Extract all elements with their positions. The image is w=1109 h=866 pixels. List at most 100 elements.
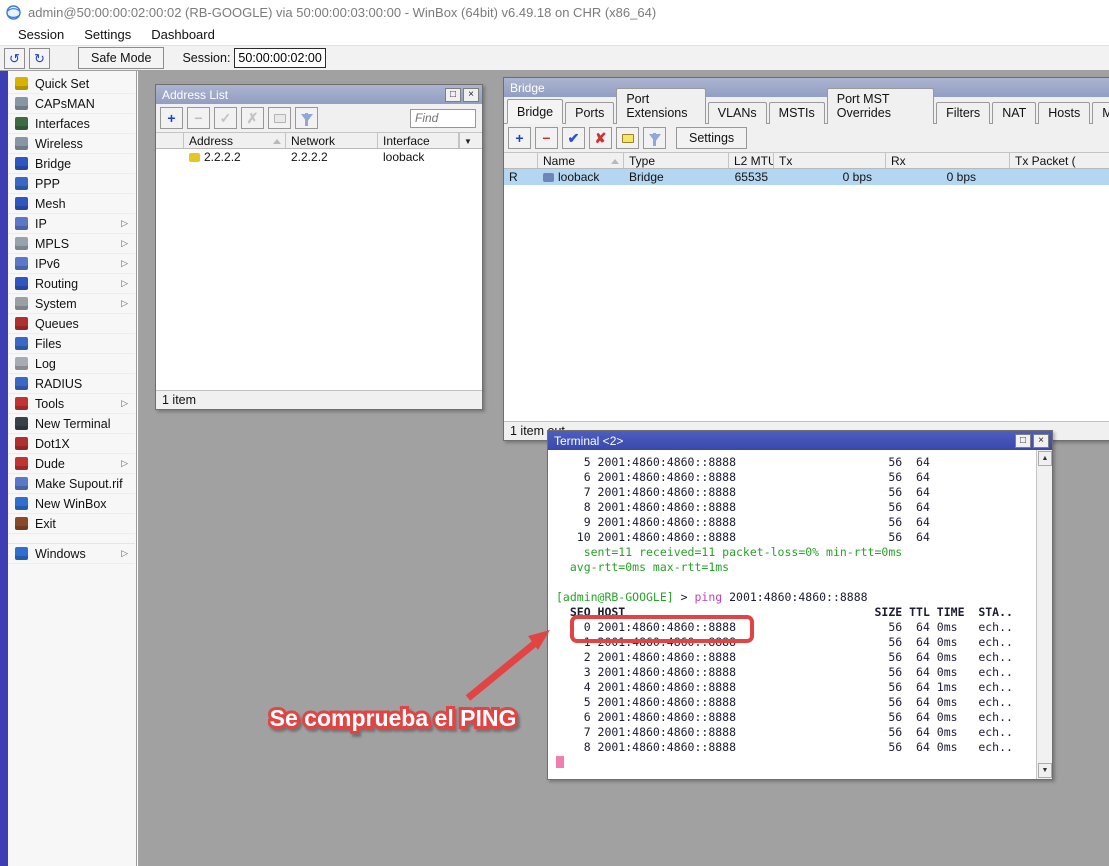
- sidebar-item-system[interactable]: System▷: [8, 294, 135, 314]
- tab-port-extensions[interactable]: Port Extensions: [616, 88, 705, 124]
- tab-hosts[interactable]: Hosts: [1038, 102, 1090, 124]
- add-button[interactable]: +: [160, 107, 183, 129]
- column-header-tx-packet[interactable]: Tx Packet (: [1010, 153, 1109, 168]
- settings-button[interactable]: Settings: [676, 127, 747, 149]
- sidebar-item-log[interactable]: Log: [8, 354, 135, 374]
- sidebar-item-quick-set[interactable]: Quick Set: [8, 74, 135, 94]
- sidebar-item-mesh[interactable]: Mesh: [8, 194, 135, 214]
- redo-button[interactable]: ↻: [29, 48, 50, 69]
- flags-cell: R: [504, 169, 538, 185]
- column-header-interface[interactable]: Interface: [378, 133, 459, 148]
- close-button[interactable]: ×: [1033, 434, 1049, 448]
- terminal-scrollbar[interactable]: ▲ ▼: [1036, 450, 1052, 779]
- sidebar-item-capsman[interactable]: CAPsMAN: [8, 94, 135, 114]
- column-header-l2-mtu[interactable]: L2 MTU: [729, 153, 774, 168]
- scroll-up-icon[interactable]: ▲: [1038, 451, 1052, 466]
- terminal-titlebar[interactable]: Terminal <2> □ ×: [548, 431, 1052, 450]
- sidebar-item-bridge[interactable]: Bridge: [8, 154, 135, 174]
- undo-button[interactable]: ↺: [4, 48, 25, 69]
- address-list-titlebar[interactable]: Address List □ ×: [156, 85, 482, 104]
- disable-button: ✗: [241, 107, 264, 129]
- filter-button[interactable]: [643, 127, 666, 149]
- sidebar-item-new-terminal[interactable]: New Terminal: [8, 414, 135, 434]
- sidebar-item-label: System: [35, 297, 77, 311]
- flags-column-header[interactable]: [504, 153, 538, 168]
- menu-settings[interactable]: Settings: [74, 25, 141, 44]
- redo-icon: ↻: [34, 52, 45, 65]
- address-cell: 2.2.2.2: [184, 149, 286, 165]
- column-options-button[interactable]: ▼: [459, 133, 476, 148]
- sidebar-item-ppp[interactable]: PPP: [8, 174, 135, 194]
- address-list-body: 2.2.2.22.2.2.2looback: [156, 149, 482, 390]
- disable-button[interactable]: ✘: [589, 127, 612, 149]
- enable-icon: ✔: [568, 131, 580, 145]
- column-header-tx[interactable]: Tx: [774, 153, 886, 168]
- tab-vlans[interactable]: VLANs: [708, 102, 767, 124]
- tab-port-mst-overrides[interactable]: Port MST Overrides: [827, 88, 934, 124]
- sidebar-item-mpls[interactable]: MPLS▷: [8, 234, 135, 254]
- tab-mdb[interactable]: MDB: [1092, 102, 1109, 124]
- winbox-globe-icon: [15, 497, 28, 510]
- terminal-text-segment: avg-rtt=0ms max-rtt=1ms: [556, 560, 729, 574]
- session-label: Session:: [182, 51, 230, 65]
- sidebar-item-queues[interactable]: Queues: [8, 314, 135, 334]
- safe-mode-button[interactable]: Safe Mode: [78, 47, 164, 69]
- sidebar-item-wireless[interactable]: Wireless: [8, 134, 135, 154]
- sidebar-item-routing[interactable]: Routing▷: [8, 274, 135, 294]
- address-row[interactable]: 2.2.2.22.2.2.2looback: [156, 149, 482, 165]
- terminal-text-segment: ping: [694, 590, 722, 604]
- terminal-text-segment: 3 2001:4860:4860::8888 56 64 0ms ech..: [556, 665, 1013, 679]
- remove-icon: −: [194, 111, 202, 125]
- mpls-icon: [15, 237, 28, 250]
- terminal-line: [556, 575, 1036, 590]
- sidebar-item-dot1x[interactable]: Dot1X: [8, 434, 135, 454]
- log-icon: [15, 357, 28, 370]
- add-button[interactable]: +: [508, 127, 531, 149]
- tab-bridge[interactable]: Bridge: [507, 99, 563, 124]
- find-input[interactable]: [410, 109, 476, 128]
- enable-button[interactable]: ✔: [562, 127, 585, 149]
- menu-dashboard[interactable]: Dashboard: [141, 25, 225, 44]
- sidebar-item-files[interactable]: Files: [8, 334, 135, 354]
- terminal-text-segment: 2 2001:4860:4860::8888 56 64 0ms ech..: [556, 650, 1013, 664]
- tab-mstis[interactable]: MSTIs: [769, 102, 825, 124]
- bridge-titlebar[interactable]: Bridge: [504, 78, 1109, 97]
- sidebar-item-new-winbox[interactable]: New WinBox: [8, 494, 135, 514]
- queues-icon: [15, 317, 28, 330]
- tab-nat[interactable]: NAT: [992, 102, 1036, 124]
- column-header-type[interactable]: Type: [624, 153, 729, 168]
- sidebar-item-make-supout-rif[interactable]: Make Supout.rif: [8, 474, 135, 494]
- sidebar-item-radius[interactable]: RADIUS: [8, 374, 135, 394]
- routing-icon: [15, 277, 28, 290]
- close-button[interactable]: ×: [463, 88, 479, 102]
- add-icon: +: [167, 111, 175, 125]
- column-header-name[interactable]: Name: [538, 153, 624, 168]
- column-header-rx[interactable]: Rx: [886, 153, 1010, 168]
- comment-button[interactable]: [616, 127, 639, 149]
- session-input[interactable]: [234, 48, 326, 68]
- sidebar-item-interfaces[interactable]: Interfaces: [8, 114, 135, 134]
- sidebar: Quick SetCAPsMANInterfacesWirelessBridge…: [0, 71, 137, 866]
- sidebar-item-ip[interactable]: IP▷: [8, 214, 135, 234]
- sidebar-item-exit[interactable]: Exit: [8, 514, 135, 534]
- chevron-right-icon: ▷: [121, 398, 128, 409]
- maximize-button[interactable]: □: [445, 88, 461, 102]
- sidebar-item-windows[interactable]: Windows▷: [8, 544, 135, 564]
- interface-cell: looback: [378, 149, 459, 165]
- tab-ports[interactable]: Ports: [565, 102, 614, 124]
- tab-filters[interactable]: Filters: [936, 102, 990, 124]
- bridge-row[interactable]: RloobackBridge655350 bps0 bps: [504, 169, 1109, 185]
- maximize-button[interactable]: □: [1015, 434, 1031, 448]
- windows-monitor-icon: [15, 547, 28, 560]
- column-header-network[interactable]: Network: [286, 133, 378, 148]
- filter-button[interactable]: [295, 107, 318, 129]
- column-header-address[interactable]: Address: [184, 133, 286, 148]
- sidebar-item-tools[interactable]: Tools▷: [8, 394, 135, 414]
- sidebar-item-dude[interactable]: Dude▷: [8, 454, 135, 474]
- flags-column-header[interactable]: [156, 133, 184, 148]
- exit-door-icon: [15, 517, 28, 530]
- scroll-down-icon[interactable]: ▼: [1038, 763, 1052, 778]
- menu-session[interactable]: Session: [8, 25, 74, 44]
- sidebar-item-ipv6[interactable]: IPv6▷: [8, 254, 135, 274]
- remove-button[interactable]: −: [535, 127, 558, 149]
